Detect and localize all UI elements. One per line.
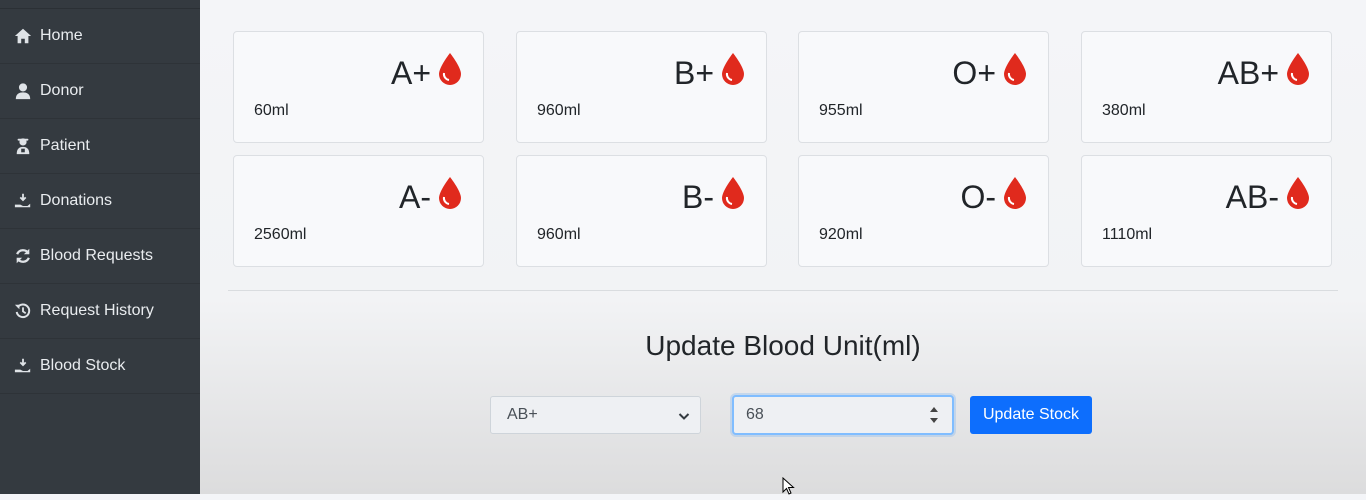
sidebar-item-patient[interactable]: Patient bbox=[0, 119, 200, 174]
stock-card-a-neg: A- 2560ml bbox=[233, 155, 484, 267]
stock-card-ab-neg: AB- 1110ml bbox=[1081, 155, 1332, 267]
stock-card-b-pos: B+ 960ml bbox=[516, 31, 767, 143]
sidebar-item-label: Blood Requests bbox=[40, 247, 153, 264]
stock-amount: 955ml bbox=[819, 102, 863, 119]
sidebar-item-label: Donor bbox=[40, 82, 84, 99]
chevron-down-icon bbox=[678, 409, 690, 421]
sidebar: Home Donor Patient Donations Blood Reque… bbox=[0, 0, 200, 494]
unit-quantity-value: 68 bbox=[746, 406, 764, 423]
stock-amount: 60ml bbox=[254, 102, 289, 119]
unit-quantity-input[interactable]: 68 bbox=[732, 395, 954, 435]
stock-card-a-pos: A+ 60ml bbox=[233, 31, 484, 143]
user-icon bbox=[14, 82, 40, 100]
blood-group-label: A- bbox=[399, 178, 431, 215]
blood-group-label: B+ bbox=[673, 54, 714, 91]
blood-group-label: AB- bbox=[1225, 178, 1279, 215]
update-section-title: Update Blood Unit(ml) bbox=[645, 330, 921, 361]
refresh-icon bbox=[14, 247, 40, 265]
sidebar-item-blood-stock[interactable]: Blood Stock bbox=[0, 339, 200, 394]
blood-drop-icon bbox=[996, 176, 1028, 218]
section-divider bbox=[228, 290, 1338, 291]
mouse-cursor-icon bbox=[782, 476, 796, 495]
stock-amount: 380ml bbox=[1102, 102, 1146, 119]
blood-group-label: AB+ bbox=[1217, 54, 1279, 91]
blood-drop-icon bbox=[1279, 176, 1311, 218]
main-content: A+ 60ml B+ 960ml O+ 955ml AB+ 380ml A- 2… bbox=[200, 0, 1366, 495]
sidebar-item-label: Request History bbox=[40, 302, 154, 319]
sidebar-item-donations[interactable]: Donations bbox=[0, 174, 200, 229]
sidebar-item-label: Donations bbox=[40, 192, 113, 209]
blood-drop-icon bbox=[714, 52, 746, 94]
sidebar-item-label: Blood Stock bbox=[40, 357, 126, 374]
blood-group-label: O+ bbox=[952, 54, 996, 91]
sidebar-item-blood-requests[interactable]: Blood Requests bbox=[0, 229, 200, 284]
hand-donate-icon bbox=[14, 192, 40, 210]
sidebar-item-request-history[interactable]: Request History bbox=[0, 284, 200, 339]
blood-drop-icon bbox=[431, 176, 463, 218]
patient-icon bbox=[14, 137, 40, 155]
blood-group-label: B- bbox=[682, 178, 714, 215]
blood-group-select[interactable]: AB+ bbox=[490, 396, 701, 434]
history-icon bbox=[14, 302, 40, 320]
stock-amount: 960ml bbox=[537, 102, 581, 119]
sidebar-item-label: Home bbox=[40, 27, 83, 44]
stock-amount: 960ml bbox=[537, 226, 581, 243]
number-spinner-icon[interactable] bbox=[928, 404, 940, 426]
stock-card-o-neg: O- 920ml bbox=[798, 155, 1049, 267]
sidebar-item-label: Patient bbox=[40, 137, 90, 154]
stock-card-b-neg: B- 960ml bbox=[516, 155, 767, 267]
sidebar-top-divider bbox=[0, 0, 200, 9]
stock-amount: 2560ml bbox=[254, 226, 307, 243]
stock-card-ab-pos: AB+ 380ml bbox=[1081, 31, 1332, 143]
stock-amount: 920ml bbox=[819, 226, 863, 243]
sidebar-item-home[interactable]: Home bbox=[0, 9, 200, 64]
blood-drop-icon bbox=[714, 176, 746, 218]
hand-donate-icon bbox=[14, 357, 40, 375]
blood-group-label: A+ bbox=[390, 54, 431, 91]
stock-card-o-pos: O+ 955ml bbox=[798, 31, 1049, 143]
blood-group-select-value: AB+ bbox=[507, 406, 538, 423]
stock-amount: 1110ml bbox=[1102, 226, 1153, 243]
blood-drop-icon bbox=[1279, 52, 1311, 94]
home-icon bbox=[14, 27, 40, 45]
blood-drop-icon bbox=[996, 52, 1028, 94]
update-stock-button[interactable]: Update Stock bbox=[970, 396, 1092, 434]
blood-drop-icon bbox=[431, 52, 463, 94]
sidebar-item-donor[interactable]: Donor bbox=[0, 64, 200, 119]
blood-group-label: O- bbox=[960, 178, 996, 215]
